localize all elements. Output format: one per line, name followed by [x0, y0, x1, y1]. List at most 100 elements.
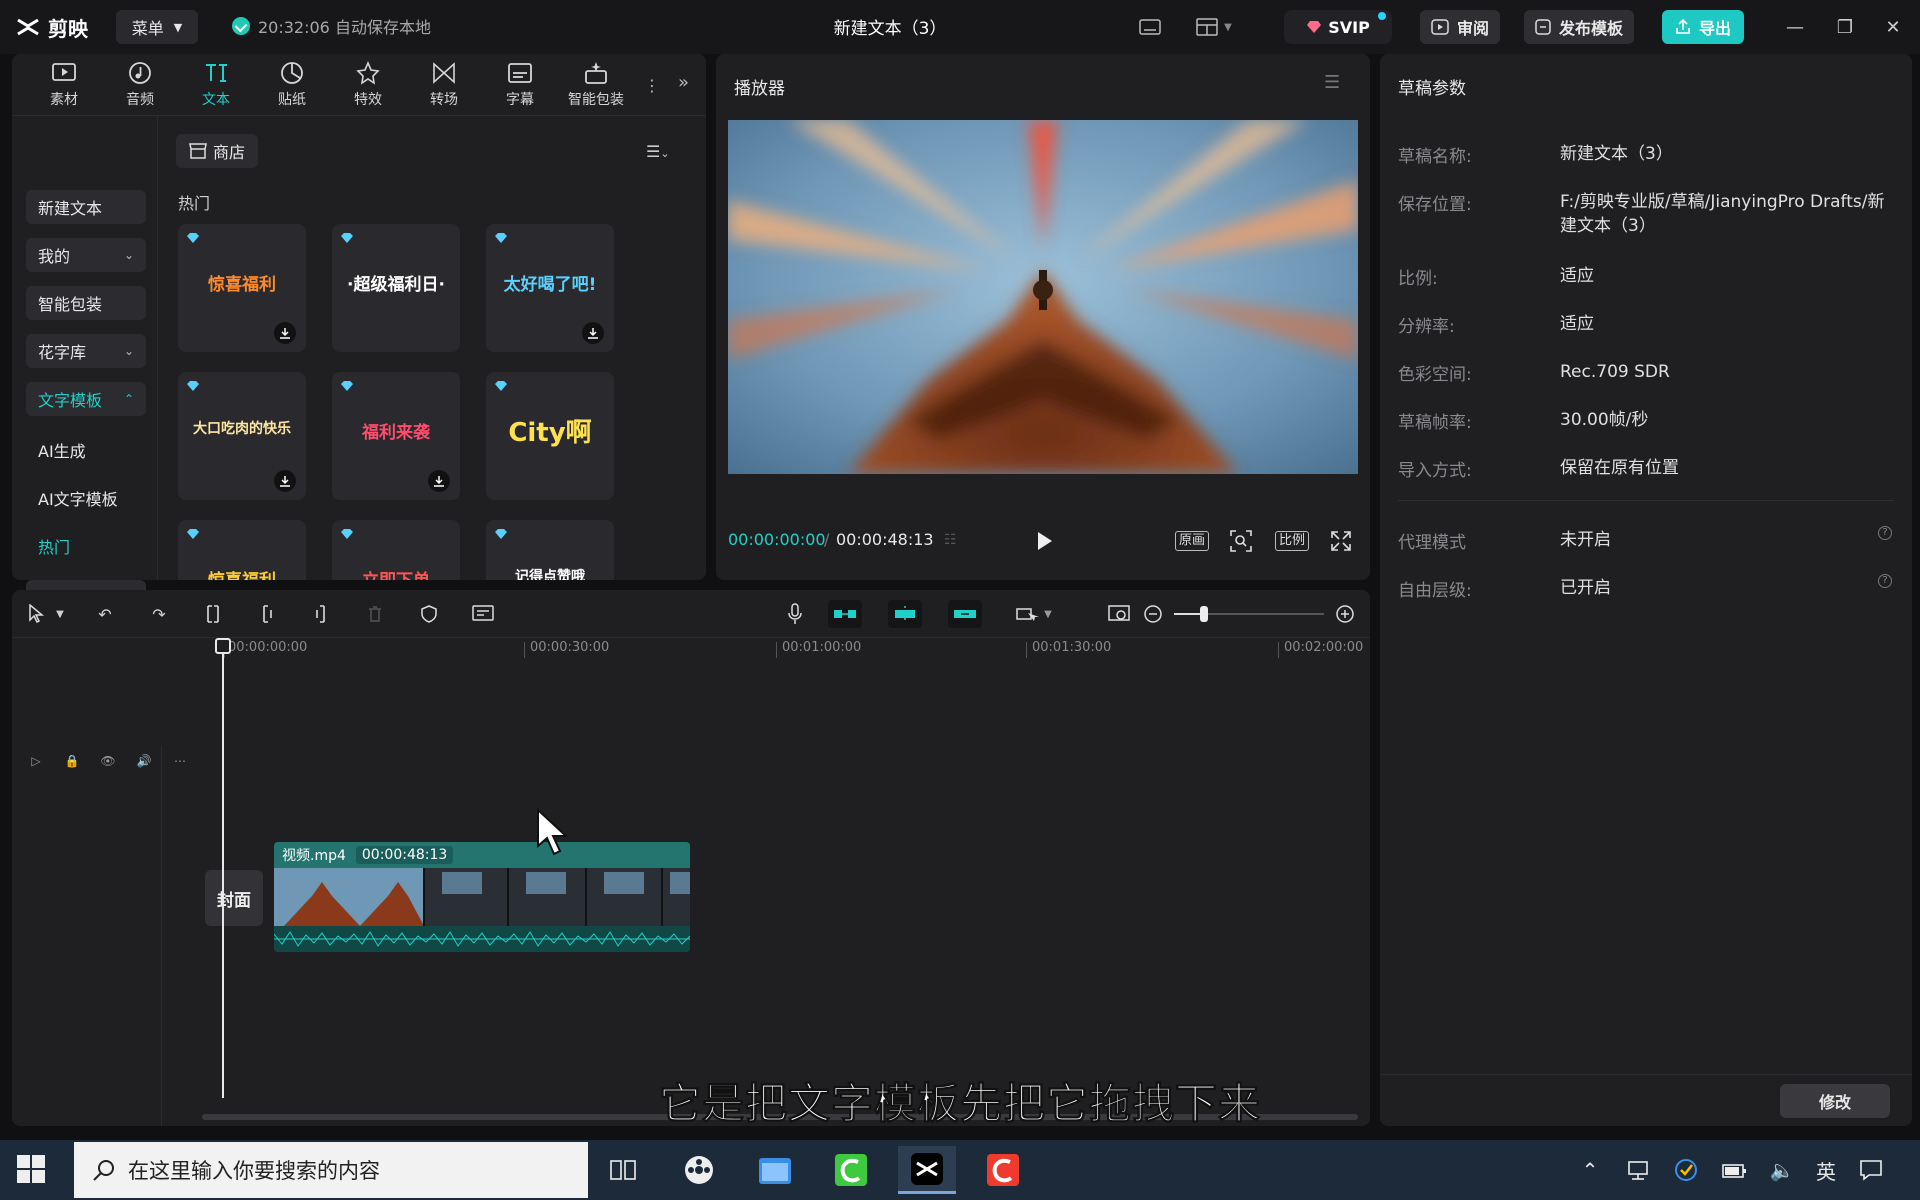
split-icon[interactable] — [200, 602, 226, 626]
zoom-in-icon[interactable] — [1332, 602, 1358, 626]
microphone-icon[interactable] — [782, 602, 808, 626]
document-title: 新建文本（3） — [833, 19, 947, 39]
prop-value: 未开启 — [1560, 530, 1611, 550]
download-icon[interactable] — [428, 470, 450, 492]
menu-button[interactable]: 菜单 ▼ — [116, 10, 198, 44]
edit-frame-icon[interactable] — [470, 602, 496, 626]
network-icon[interactable] — [1624, 1154, 1652, 1186]
prop-key: 代理模式 — [1398, 533, 1466, 553]
cover-button[interactable]: 封面 — [205, 870, 263, 926]
svip-button[interactable]: SVIP — [1284, 10, 1392, 44]
help-icon[interactable]: ? — [1878, 526, 1892, 540]
vip-diamond-icon — [341, 381, 353, 391]
draft-properties-panel: 草稿参数 草稿名称: 新建文本（3） 保存位置: F:/剪映专业版/草稿/Jia… — [1380, 54, 1912, 1126]
download-icon[interactable] — [274, 322, 296, 344]
track-header-column — [12, 746, 162, 1126]
ruler-tick — [524, 642, 525, 658]
divider — [1380, 1074, 1912, 1075]
hamburger-menu-icon[interactable]: ☰ — [1324, 72, 1340, 93]
video-preview[interactable] — [728, 120, 1358, 474]
template-card[interactable]: ·超级福利日· — [332, 224, 460, 352]
playhead-handle[interactable] — [215, 638, 231, 654]
app-icon-red[interactable] — [974, 1146, 1032, 1194]
notification-icon[interactable] — [1856, 1154, 1886, 1186]
shield-icon[interactable] — [416, 602, 442, 626]
close-icon[interactable]: ✕ — [1878, 12, 1908, 42]
zoom-slider[interactable] — [1174, 606, 1324, 622]
video-clip[interactable]: 视频.mp4 00:00:48:13 — [274, 842, 690, 952]
more-horizontal-icon[interactable]: ⋯ — [170, 752, 190, 770]
play-icon[interactable] — [1034, 530, 1054, 552]
vip-diamond-icon — [495, 233, 507, 243]
export-button[interactable]: 导出 — [1662, 10, 1744, 44]
publish-label: 发布模板 — [1558, 19, 1623, 38]
keyboard-shortcut-icon[interactable] — [1136, 14, 1164, 40]
list-view-icon[interactable]: ☷ — [944, 532, 972, 552]
select-cursor-icon[interactable] — [24, 602, 50, 626]
ime-indicator[interactable]: 英 — [1812, 1154, 1840, 1186]
taskbar-search[interactable]: 在这里输入你要搜索的内容 — [74, 1142, 588, 1198]
publish-template-button[interactable]: 发布模板 — [1524, 10, 1634, 44]
trim-left-icon[interactable] — [254, 602, 280, 626]
zoom-out-icon[interactable] — [1140, 602, 1166, 626]
help-icon[interactable]: ? — [1878, 574, 1892, 588]
zoom-fit-icon[interactable] — [1228, 528, 1254, 554]
template-card[interactable]: 福利来袭 — [332, 372, 460, 500]
eye-icon[interactable]: 👁 — [98, 752, 118, 770]
download-icon[interactable] — [274, 470, 296, 492]
review-button[interactable]: 审阅 — [1420, 10, 1500, 44]
restore-icon[interactable]: ❐ — [1830, 12, 1860, 42]
aspect-ratio-button[interactable]: 比例 — [1272, 528, 1312, 554]
chevron-up-icon[interactable]: ⌃ — [1576, 1154, 1604, 1186]
windows-start-icon[interactable] — [16, 1154, 46, 1184]
modify-button[interactable]: 修改 — [1780, 1084, 1890, 1118]
clip-header: 视频.mp4 00:00:48:13 — [274, 842, 690, 868]
app-icon-files[interactable] — [746, 1146, 804, 1194]
template-card[interactable]: 惊喜福利 — [178, 520, 306, 580]
preview-quality-icon[interactable] — [1106, 602, 1132, 626]
template-card[interactable]: City啊 — [486, 372, 614, 500]
delete-icon[interactable] — [362, 602, 388, 626]
redo-icon[interactable]: ↷ — [146, 602, 172, 626]
chevron-down-icon[interactable]: ▼ — [52, 602, 68, 626]
prop-value: 适应 — [1560, 266, 1594, 286]
lock-icon[interactable]: 🔒 — [62, 752, 82, 770]
link-mode-icon[interactable]: ▼ — [1012, 602, 1056, 626]
current-time: 00:00:00:00 — [728, 530, 826, 549]
undo-icon[interactable]: ↶ — [92, 602, 118, 626]
fullscreen-icon[interactable] — [1328, 528, 1354, 554]
template-card[interactable]: 惊喜福利 — [178, 224, 306, 352]
original-quality-button[interactable]: 原画 — [1172, 528, 1212, 554]
playhead[interactable] — [222, 640, 224, 1098]
timeline-toolbar: ▼ ↶ ↷ ▼ — [12, 590, 1370, 638]
vip-diamond-icon — [187, 381, 199, 391]
app-icon-capcut[interactable] — [898, 1146, 956, 1194]
template-card[interactable]: 记得点赞哦 — [486, 520, 614, 580]
template-card[interactable]: 立即下单 — [332, 520, 460, 580]
battery-icon[interactable] — [1720, 1154, 1748, 1186]
download-icon[interactable] — [582, 322, 604, 344]
prop-value: 新建文本（3） — [1560, 144, 1673, 164]
video-track-icon: ▷ — [31, 754, 41, 768]
layout-icon[interactable]: ▼ — [1190, 14, 1238, 40]
ruler-label: 00:00:30:00 — [530, 640, 610, 655]
zoom-slider-thumb[interactable] — [1200, 606, 1208, 622]
task-view-icon[interactable] — [594, 1146, 652, 1194]
template-preview-text: 大口吃肉的快乐 — [193, 421, 291, 437]
trim-right-icon[interactable] — [308, 602, 334, 626]
template-card[interactable]: 大口吃肉的快乐 — [178, 372, 306, 500]
volume-icon[interactable]: 🔊 — [134, 752, 154, 770]
prop-key: 导入方式: — [1398, 461, 1472, 481]
audio-waveform — [274, 926, 690, 952]
app-icon-media[interactable] — [670, 1146, 728, 1194]
app-icon-green[interactable] — [822, 1146, 880, 1194]
auto-snap-icon[interactable] — [828, 600, 862, 628]
linkage-icon[interactable] — [888, 600, 922, 628]
minimize-icon[interactable]: — — [1780, 12, 1810, 42]
preview-axis-icon[interactable] — [948, 600, 982, 628]
speaker-icon[interactable]: 🔈 — [1768, 1154, 1796, 1186]
review-label: 审阅 — [1456, 19, 1489, 38]
export-icon — [1676, 19, 1690, 34]
template-card[interactable]: 太好喝了吧! — [486, 224, 614, 352]
security-check-icon[interactable] — [1672, 1154, 1700, 1186]
